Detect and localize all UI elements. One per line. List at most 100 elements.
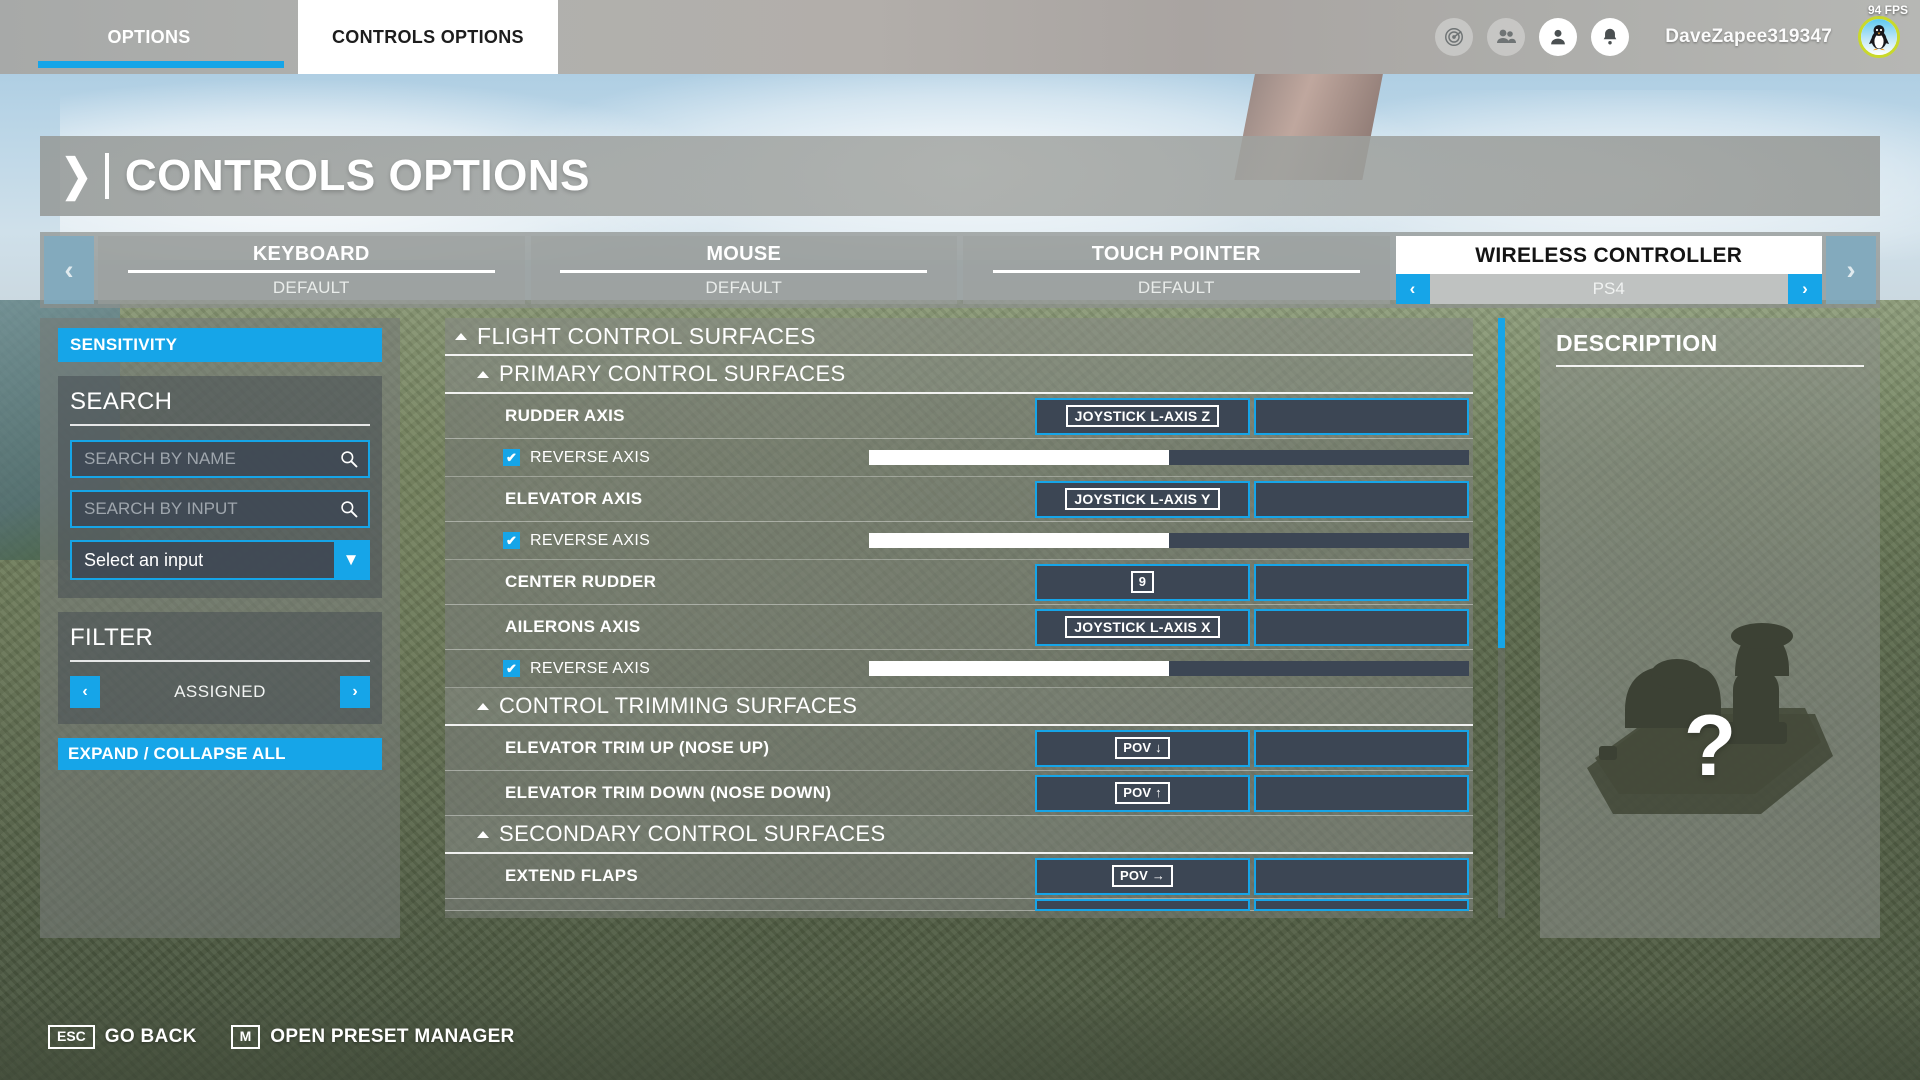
binding-row-extend-flaps[interactable]: EXTEND FLAPS POV →	[445, 854, 1473, 899]
collapse-caret-icon[interactable]	[477, 702, 489, 710]
tab-options[interactable]: OPTIONS	[0, 0, 298, 74]
binding-primary-cell[interactable]: JOYSTICK L-AXIS Y	[1035, 480, 1250, 518]
tab-controls-options-label: CONTROLS OPTIONS	[332, 26, 524, 47]
profile-icon[interactable]	[1539, 18, 1578, 56]
axis-value-slider[interactable]	[869, 533, 1469, 548]
device-tab-mouse-rule	[560, 269, 928, 273]
binding-secondary-value	[1355, 746, 1369, 750]
device-tab-mouse[interactable]: MOUSE DEFAULT	[530, 236, 957, 304]
binding-primary-cell[interactable]: POV →	[1035, 857, 1250, 895]
preset-next-button[interactable]: ›	[1788, 273, 1822, 304]
search-by-input-input[interactable]	[84, 499, 338, 519]
friends-icon[interactable]	[1487, 18, 1526, 56]
binding-secondary-value	[1355, 625, 1369, 629]
device-tab-mouse-preset: DEFAULT	[705, 277, 783, 297]
binding-secondary-cell[interactable]	[1254, 480, 1469, 518]
expand-collapse-all-button[interactable]: EXPAND / COLLAPSE ALL	[58, 738, 382, 770]
group-secondary-control-surfaces[interactable]: SECONDARY CONTROL SURFACES	[445, 816, 1473, 854]
bindings-list-wrapper: FLIGHT CONTROL SURFACES PRIMARY CONTROL …	[445, 318, 1505, 938]
search-by-name-field[interactable]	[70, 440, 370, 478]
axis-value-fill	[869, 661, 1169, 676]
list-scrollbar-thumb[interactable]	[1498, 318, 1505, 648]
reverse-axis-row-rudder[interactable]: ✔ REVERSE AXIS	[445, 439, 1473, 477]
search-icon[interactable]	[338, 448, 360, 470]
description-panel: DESCRIPTION ?	[1540, 318, 1880, 938]
axis-value-fill	[869, 450, 1169, 465]
collapse-caret-icon[interactable]	[477, 830, 489, 838]
device-next-button[interactable]: ›	[1826, 236, 1876, 304]
binding-secondary-cell-partial[interactable]	[1254, 898, 1469, 911]
binding-row-elevator-axis[interactable]: ELEVATOR AXIS JOYSTICK L-AXIS Y	[445, 477, 1473, 522]
device-tab-keyboard[interactable]: KEYBOARD DEFAULT	[98, 236, 525, 304]
search-by-input-field[interactable]	[70, 490, 370, 528]
notifications-icon[interactable]	[1591, 18, 1630, 56]
footer-action-go-back[interactable]: ESC GO BACK	[48, 1025, 197, 1049]
reverse-axis-checkbox[interactable]: ✔	[503, 532, 520, 549]
back-chevron-icon[interactable]: ❯	[61, 154, 92, 198]
group-control-trimming-surfaces[interactable]: CONTROL TRIMMING SURFACES	[445, 688, 1473, 726]
reverse-axis-row-ailerons[interactable]: ✔ REVERSE AXIS	[445, 650, 1473, 688]
preset-prev-button[interactable]: ‹	[1395, 273, 1430, 304]
chevron-down-icon[interactable]: ▼	[334, 542, 368, 578]
binding-row-partial[interactable]	[445, 898, 1473, 911]
binding-secondary-cell[interactable]	[1254, 857, 1469, 895]
device-tab-touch-pointer-preset: DEFAULT	[1137, 277, 1215, 297]
radar-icon[interactable]	[1435, 18, 1474, 56]
reverse-axis-checkbox[interactable]: ✔	[503, 449, 520, 466]
binding-primary-cell-partial[interactable]	[1035, 898, 1250, 911]
binding-primary-cell[interactable]: POV ↑	[1035, 774, 1250, 812]
search-by-name-input[interactable]	[84, 449, 338, 469]
axis-value-slider[interactable]	[869, 450, 1469, 465]
binding-primary-cell[interactable]: JOYSTICK L-AXIS X	[1035, 608, 1250, 646]
left-sidebar: SENSITIVITY SEARCH Select an input ▼	[40, 318, 400, 938]
binding-row-center-rudder[interactable]: CENTER RUDDER 9	[445, 560, 1473, 605]
search-input-icon[interactable]	[338, 498, 360, 520]
preset-value: PS4	[1592, 278, 1625, 298]
binding-secondary-cell[interactable]	[1254, 563, 1469, 601]
reverse-axis-row-elevator[interactable]: ✔ REVERSE AXIS	[445, 522, 1473, 560]
preset-selector: ‹ PS4 ›	[1395, 273, 1822, 304]
collapse-caret-icon[interactable]	[455, 332, 467, 340]
reverse-axis-label: REVERSE AXIS	[530, 531, 651, 549]
top-icon-group: DaveZapee319347	[1435, 0, 1920, 74]
collapse-caret-icon[interactable]	[477, 370, 489, 378]
binding-name: EXTEND FLAPS	[505, 866, 639, 885]
reverse-axis-checkbox[interactable]: ✔	[503, 660, 520, 677]
device-selector-strip: ‹ KEYBOARD DEFAULT MOUSE DEFAULT TOUCH P…	[40, 232, 1880, 308]
binding-primary-cell[interactable]: JOYSTICK L-AXIS Z	[1035, 397, 1250, 435]
binding-secondary-cell[interactable]	[1254, 397, 1469, 435]
tab-controls-options[interactable]: CONTROLS OPTIONS	[298, 0, 558, 74]
footer-action-open-preset-manager[interactable]: M OPEN PRESET MANAGER	[230, 1025, 515, 1049]
sensitivity-button[interactable]: SENSITIVITY	[58, 328, 382, 362]
device-tab-touch-pointer-name: TOUCH POINTER	[1091, 242, 1261, 265]
group-flight-control-surfaces[interactable]: FLIGHT CONTROL SURFACES	[445, 318, 1473, 356]
penguin-avatar[interactable]	[1858, 16, 1900, 58]
binding-secondary-cell[interactable]	[1254, 774, 1469, 812]
filter-next-button[interactable]: ›	[340, 676, 370, 708]
device-tab-wireless-controller[interactable]: WIRELESS CONTROLLER ‹ PS4 ›	[1395, 236, 1822, 304]
binding-primary-cell[interactable]: 9	[1035, 563, 1250, 601]
axis-value-slider[interactable]	[869, 661, 1469, 676]
filter-prev-button[interactable]: ‹	[70, 676, 100, 708]
select-input-dropdown[interactable]: Select an input ▼	[70, 540, 370, 580]
binding-primary-value: 9	[1130, 571, 1155, 593]
binding-secondary-cell[interactable]	[1254, 729, 1469, 767]
binding-primary-value: JOYSTICK L-AXIS X	[1065, 615, 1220, 639]
binding-row-rudder-axis[interactable]: RUDDER AXIS JOYSTICK L-AXIS Z	[445, 394, 1473, 439]
reverse-axis-label: REVERSE AXIS	[530, 448, 651, 466]
binding-primary-cell[interactable]: POV ↓	[1035, 729, 1250, 767]
search-heading: SEARCH	[70, 388, 173, 415]
group-flight-control-surfaces-label: FLIGHT CONTROL SURFACES	[477, 322, 816, 349]
device-prev-button[interactable]: ‹	[44, 236, 94, 304]
binding-primary-value: POV →	[1111, 865, 1174, 887]
binding-row-elevator-trim-down[interactable]: ELEVATOR TRIM DOWN (NOSE DOWN) POV ↑	[445, 771, 1473, 816]
group-primary-control-surfaces[interactable]: PRIMARY CONTROL SURFACES	[445, 356, 1473, 394]
device-tab-keyboard-name: KEYBOARD	[252, 242, 370, 265]
device-tab-wireless-controller-name: WIRELESS CONTROLLER	[1395, 236, 1822, 274]
binding-name: AILERONS AXIS	[505, 617, 641, 636]
binding-row-ailerons-axis[interactable]: AILERONS AXIS JOYSTICK L-AXIS X	[445, 605, 1473, 650]
binding-secondary-cell[interactable]	[1254, 608, 1469, 646]
list-scrollbar-track[interactable]	[1498, 318, 1505, 918]
device-tab-touch-pointer[interactable]: TOUCH POINTER DEFAULT	[963, 236, 1390, 304]
binding-row-elevator-trim-up[interactable]: ELEVATOR TRIM UP (NOSE UP) POV ↓	[445, 726, 1473, 771]
